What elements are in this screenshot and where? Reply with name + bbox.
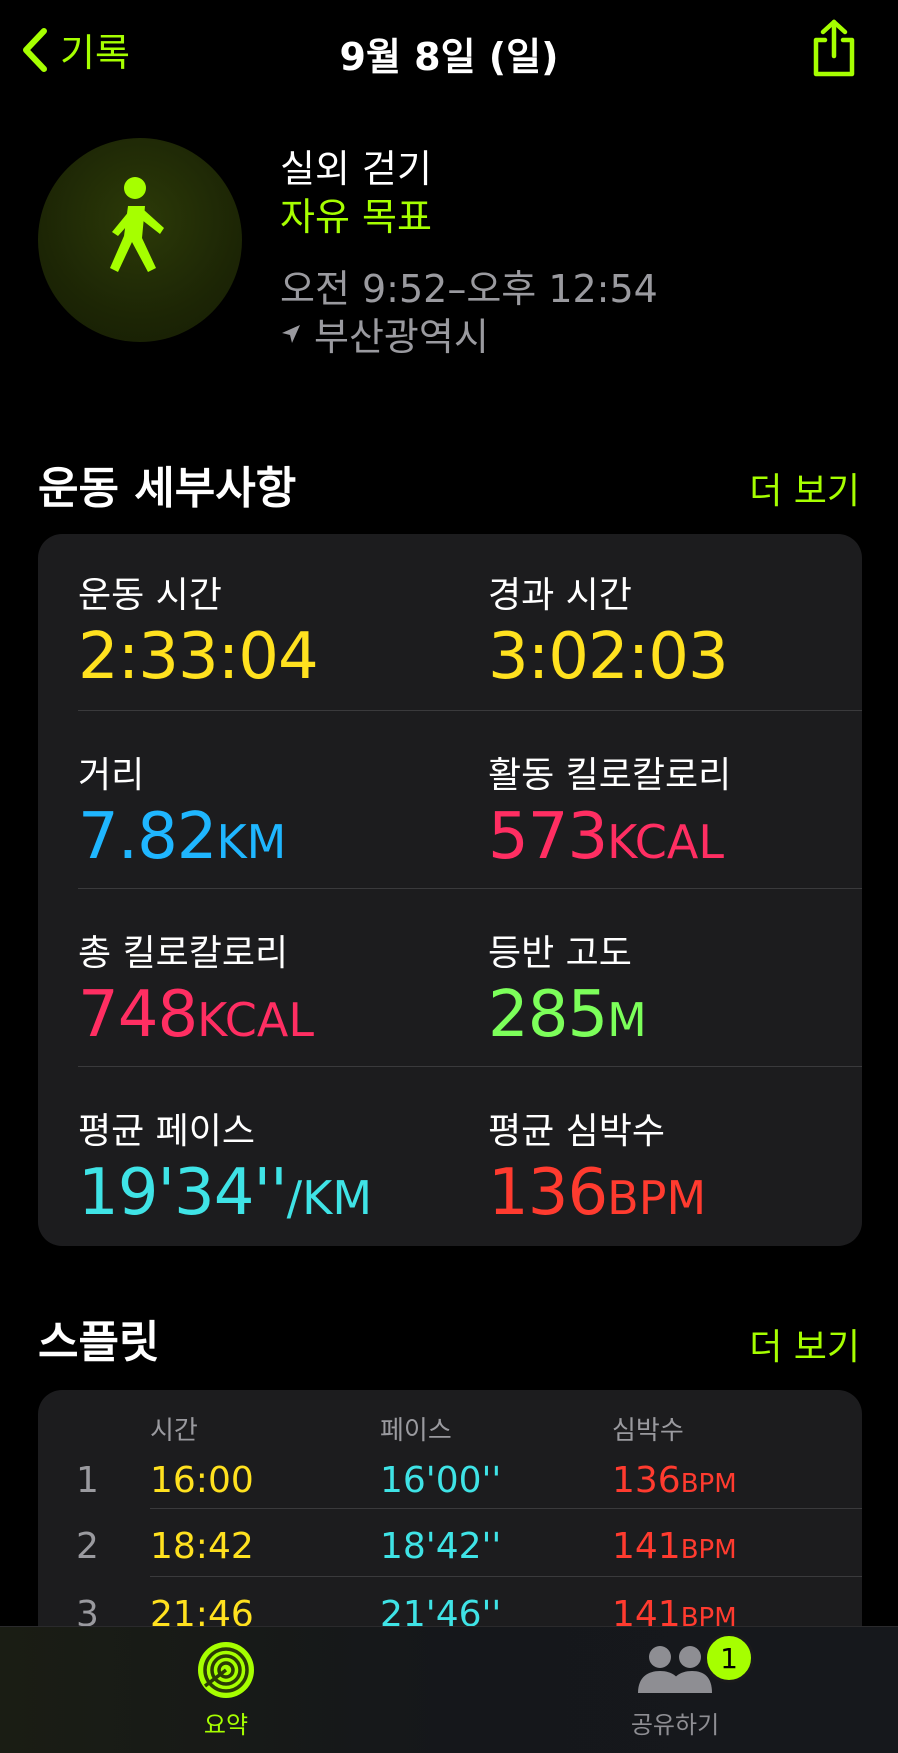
walking-figure-icon bbox=[110, 177, 164, 272]
activity-rings-icon bbox=[198, 1642, 254, 1698]
metric-label: 운동 시간 bbox=[78, 575, 222, 616]
split-number: 2 bbox=[76, 1526, 99, 1567]
workout-details-card: 운동 시간 2:33:04 경과 시간 3:02:03 거리 7.82KM 활동… bbox=[38, 534, 862, 1246]
divider bbox=[150, 1508, 862, 1509]
share-icon[interactable] bbox=[808, 18, 860, 80]
split-pace: 18'42'' bbox=[380, 1526, 502, 1567]
tab-sharing-label: 공유하기 bbox=[630, 1711, 720, 1739]
split-time: 18:42 bbox=[150, 1526, 254, 1567]
split-pace: 16'00'' bbox=[380, 1460, 502, 1501]
time-range: 오전 9:52–오후 12:54 bbox=[280, 267, 658, 311]
metric-label: 평균 심박수 bbox=[488, 1111, 666, 1152]
metric-elevation-gain: 등반 고도 285M bbox=[488, 924, 647, 1052]
metric-avg-pace: 평균 페이스 19'34''/KM bbox=[78, 1102, 372, 1230]
location-label: 부산광역시 bbox=[314, 315, 489, 359]
tab-bar: 요약 공유하기 1 bbox=[0, 1626, 898, 1753]
metric-workout-time: 운동 시간 2:33:04 bbox=[78, 566, 319, 694]
divider bbox=[78, 1066, 862, 1067]
page-title: 9월 8일 (일) bbox=[339, 35, 559, 79]
splits-header-pace: 페이스 bbox=[380, 1416, 452, 1446]
metric-value: 7.82KM bbox=[78, 800, 287, 874]
metric-total-kcal: 총 킬로칼로리 748KCAL bbox=[78, 924, 314, 1052]
metric-label: 평균 페이스 bbox=[78, 1111, 256, 1152]
activity-name: 실외 걷기 bbox=[280, 147, 432, 191]
metric-value: 2:33:04 bbox=[78, 620, 319, 694]
divider bbox=[78, 888, 862, 889]
metric-label: 거리 bbox=[78, 755, 145, 796]
metric-elapsed-time: 경과 시간 3:02:03 bbox=[488, 566, 729, 694]
workout-type-avatar bbox=[38, 138, 242, 342]
metric-label: 등반 고도 bbox=[488, 933, 632, 974]
split-number: 1 bbox=[76, 1460, 99, 1501]
metric-label: 총 킬로칼로리 bbox=[78, 933, 289, 974]
table-row: 1 16:00 16'00'' 136BPM bbox=[38, 1452, 862, 1516]
splits-section-title: 스플릿 bbox=[38, 1317, 160, 1368]
location-row: 부산광역시 bbox=[280, 306, 489, 361]
metric-value: 136BPM bbox=[488, 1156, 707, 1230]
details-more-button[interactable]: 더 보기 bbox=[749, 462, 860, 514]
metric-value: 748KCAL bbox=[78, 978, 315, 1052]
tab-summary[interactable]: 요약 bbox=[186, 1641, 266, 1740]
metric-label: 활동 킬로칼로리 bbox=[488, 755, 732, 796]
metric-avg-heart-rate: 평균 심박수 136BPM bbox=[488, 1102, 706, 1230]
goal-label: 자유 목표 bbox=[280, 195, 432, 239]
splits-header-hr: 심박수 bbox=[612, 1416, 684, 1446]
metric-active-kcal: 활동 킬로칼로리 573KCAL bbox=[488, 746, 731, 874]
divider bbox=[78, 710, 862, 711]
tab-summary-label: 요약 bbox=[203, 1711, 249, 1739]
splits-more-button[interactable]: 더 보기 bbox=[749, 1318, 860, 1370]
table-row: 2 18:42 18'42'' 141BPM bbox=[38, 1518, 862, 1582]
details-section-title: 운동 세부사항 bbox=[38, 463, 297, 514]
split-heart-rate: 136BPM bbox=[612, 1460, 737, 1501]
metric-value: 3:02:03 bbox=[488, 620, 729, 694]
metric-value: 285M bbox=[488, 978, 647, 1052]
notification-badge: 1 bbox=[704, 1633, 754, 1683]
splits-header-time: 시간 bbox=[150, 1416, 198, 1446]
divider bbox=[150, 1576, 862, 1577]
metric-distance: 거리 7.82KM bbox=[78, 746, 286, 874]
metric-value: 19'34''/KM bbox=[78, 1156, 373, 1230]
metric-value: 573KCAL bbox=[488, 800, 725, 874]
location-arrow-icon bbox=[282, 324, 300, 343]
metric-label: 경과 시간 bbox=[488, 575, 632, 616]
split-heart-rate: 141BPM bbox=[612, 1526, 737, 1567]
split-time: 16:00 bbox=[150, 1460, 254, 1501]
